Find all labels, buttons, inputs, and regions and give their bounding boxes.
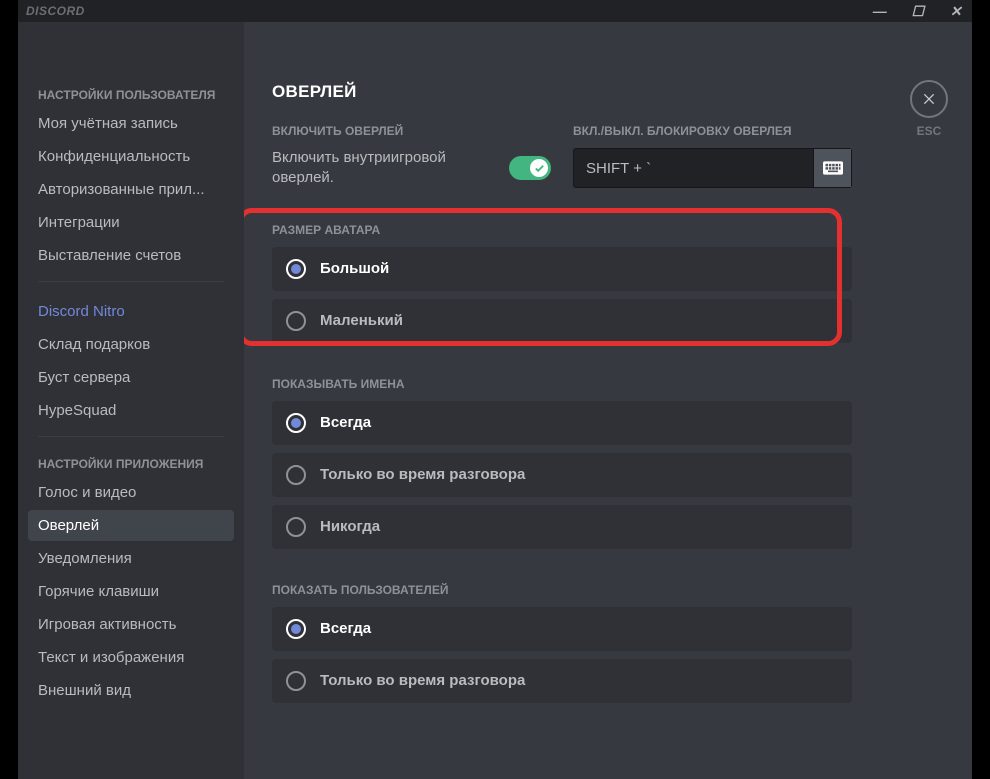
enable-overlay-text: Включить внутриигровой оверлей.	[272, 148, 495, 189]
app-title: DISCORD	[26, 4, 870, 18]
show-users-option-label: Всегда	[320, 620, 371, 637]
show-names-option-label: Всегда	[320, 414, 371, 431]
close-icon	[921, 91, 937, 107]
sidebar-item-keybinds[interactable]: Горячие клавиши	[28, 576, 234, 607]
sidebar-item-billing[interactable]: Выставление счетов	[28, 240, 234, 271]
sidebar-item-authorized-apps[interactable]: Авторизованные прил...	[28, 174, 234, 205]
keybind-value: SHIFT + `	[574, 149, 813, 187]
sidebar-item-gift-inventory[interactable]: Склад подарков	[28, 329, 234, 360]
sidebar-item-overlay[interactable]: Оверлей	[28, 510, 234, 541]
show-names-group: Всегда Только во время разговора Никогда	[272, 401, 852, 549]
app-body: НАСТРОЙКИ ПОЛЬЗОВАТЕЛЯ Моя учётная запис…	[18, 22, 972, 779]
settings-sidebar: НАСТРОЙКИ ПОЛЬЗОВАТЕЛЯ Моя учётная запис…	[18, 22, 244, 779]
settings-content: ОВЕРЛЕЙ ВКЛЮЧИТЬ ОВЕРЛЕЙ Включить внутри…	[244, 22, 972, 779]
radio-icon	[286, 259, 306, 279]
sidebar-item-account[interactable]: Моя учётная запись	[28, 108, 234, 139]
keyboard-icon	[823, 161, 843, 175]
enable-overlay-col: ВКЛЮЧИТЬ ОВЕРЛЕЙ Включить внутриигровой …	[272, 124, 551, 189]
sidebar-item-text-images[interactable]: Текст и изображения	[28, 642, 234, 673]
enable-overlay-row: Включить внутриигровой оверлей.	[272, 148, 551, 189]
overlay-top-row: ВКЛЮЧИТЬ ОВЕРЛЕЙ Включить внутриигровой …	[272, 124, 852, 189]
avatar-size-option[interactable]: Большой	[272, 247, 852, 291]
sidebar-item-notifications[interactable]: Уведомления	[28, 543, 234, 574]
avatar-size-option[interactable]: Маленький	[272, 299, 852, 343]
sidebar-separator	[38, 436, 224, 437]
radio-icon	[286, 619, 306, 639]
show-names-option[interactable]: Только во время разговора	[272, 453, 852, 497]
sidebar-item-integrations[interactable]: Интеграции	[28, 207, 234, 238]
esc-wrap: ESC	[910, 80, 948, 138]
radio-icon	[286, 311, 306, 331]
sidebar-separator	[38, 281, 224, 282]
show-users-option[interactable]: Всегда	[272, 607, 852, 651]
close-button[interactable]: ✕	[946, 3, 966, 20]
titlebar: DISCORD — ☐ ✕	[18, 0, 972, 22]
check-icon	[534, 163, 545, 174]
main-area: ОВЕРЛЕЙ ВКЛЮЧИТЬ ОВЕРЛЕЙ Включить внутри…	[272, 82, 852, 703]
sidebar-item-game-activity[interactable]: Игровая активность	[28, 609, 234, 640]
avatar-size-section: РАЗМЕР АВАТАРА Большой Маленький	[272, 223, 852, 343]
show-names-option[interactable]: Никогда	[272, 505, 852, 549]
show-names-option-label: Никогда	[320, 518, 380, 535]
show-users-group: Всегда Только во время разговора	[272, 607, 852, 703]
sidebar-header-user: НАСТРОЙКИ ПОЛЬЗОВАТЕЛЯ	[28, 82, 234, 108]
sidebar-item-voice[interactable]: Голос и видео	[28, 477, 234, 508]
sidebar-item-privacy[interactable]: Конфиденциальность	[28, 141, 234, 172]
sidebar-item-nitro[interactable]: Discord Nitro	[28, 296, 234, 327]
app-window: DISCORD — ☐ ✕ НАСТРОЙКИ ПОЛЬЗОВАТЕЛЯ Моя…	[18, 0, 972, 779]
overlay-lock-keybind[interactable]: SHIFT + `	[573, 148, 852, 188]
show-names-label: ПОКАЗЫВАТЬ ИМЕНА	[272, 377, 852, 391]
sidebar-item-server-boost[interactable]: Буст сервера	[28, 362, 234, 393]
radio-icon	[286, 413, 306, 433]
toggle-knob	[530, 159, 548, 177]
show-names-option-label: Только во время разговора	[320, 466, 525, 483]
overlay-lock-col: ВКЛ./ВЫКЛ. БЛОКИРОВКУ ОВЕРЛЕЯ SHIFT + `	[573, 124, 852, 189]
show-users-label: ПОКАЗАТЬ ПОЛЬЗОВАТЕЛЕЙ	[272, 583, 852, 597]
show-users-option-label: Только во время разговора	[320, 672, 525, 689]
radio-icon	[286, 671, 306, 691]
show-users-section: ПОКАЗАТЬ ПОЛЬЗОВАТЕЛЕЙ Всегда Только во в…	[272, 583, 852, 703]
sidebar-item-appearance[interactable]: Внешний вид	[28, 675, 234, 706]
show-users-option[interactable]: Только во время разговора	[272, 659, 852, 703]
esc-label: ESC	[910, 124, 948, 138]
maximize-button[interactable]: ☐	[908, 3, 928, 20]
avatar-size-label: РАЗМЕР АВАТАРА	[272, 223, 852, 237]
window-controls: — ☐ ✕	[870, 3, 966, 20]
page-title: ОВЕРЛЕЙ	[272, 82, 852, 102]
minimize-button[interactable]: —	[870, 3, 890, 20]
avatar-size-group: Большой Маленький	[272, 247, 852, 343]
avatar-size-option-label: Маленький	[320, 312, 403, 329]
sidebar-item-hypesquad[interactable]: HypeSquad	[28, 395, 234, 426]
keybind-record-button[interactable]	[813, 149, 851, 187]
enable-overlay-toggle[interactable]	[509, 156, 551, 180]
radio-icon	[286, 465, 306, 485]
enable-overlay-label: ВКЛЮЧИТЬ ОВЕРЛЕЙ	[272, 124, 551, 138]
show-names-option[interactable]: Всегда	[272, 401, 852, 445]
avatar-size-option-label: Большой	[320, 260, 389, 277]
close-settings-button[interactable]	[910, 80, 948, 118]
sidebar-header-app: НАСТРОЙКИ ПРИЛОЖЕНИЯ	[28, 451, 234, 477]
radio-icon	[286, 517, 306, 537]
overlay-lock-label: ВКЛ./ВЫКЛ. БЛОКИРОВКУ ОВЕРЛЕЯ	[573, 124, 852, 138]
show-names-section: ПОКАЗЫВАТЬ ИМЕНА Всегда Только во время р…	[272, 377, 852, 549]
